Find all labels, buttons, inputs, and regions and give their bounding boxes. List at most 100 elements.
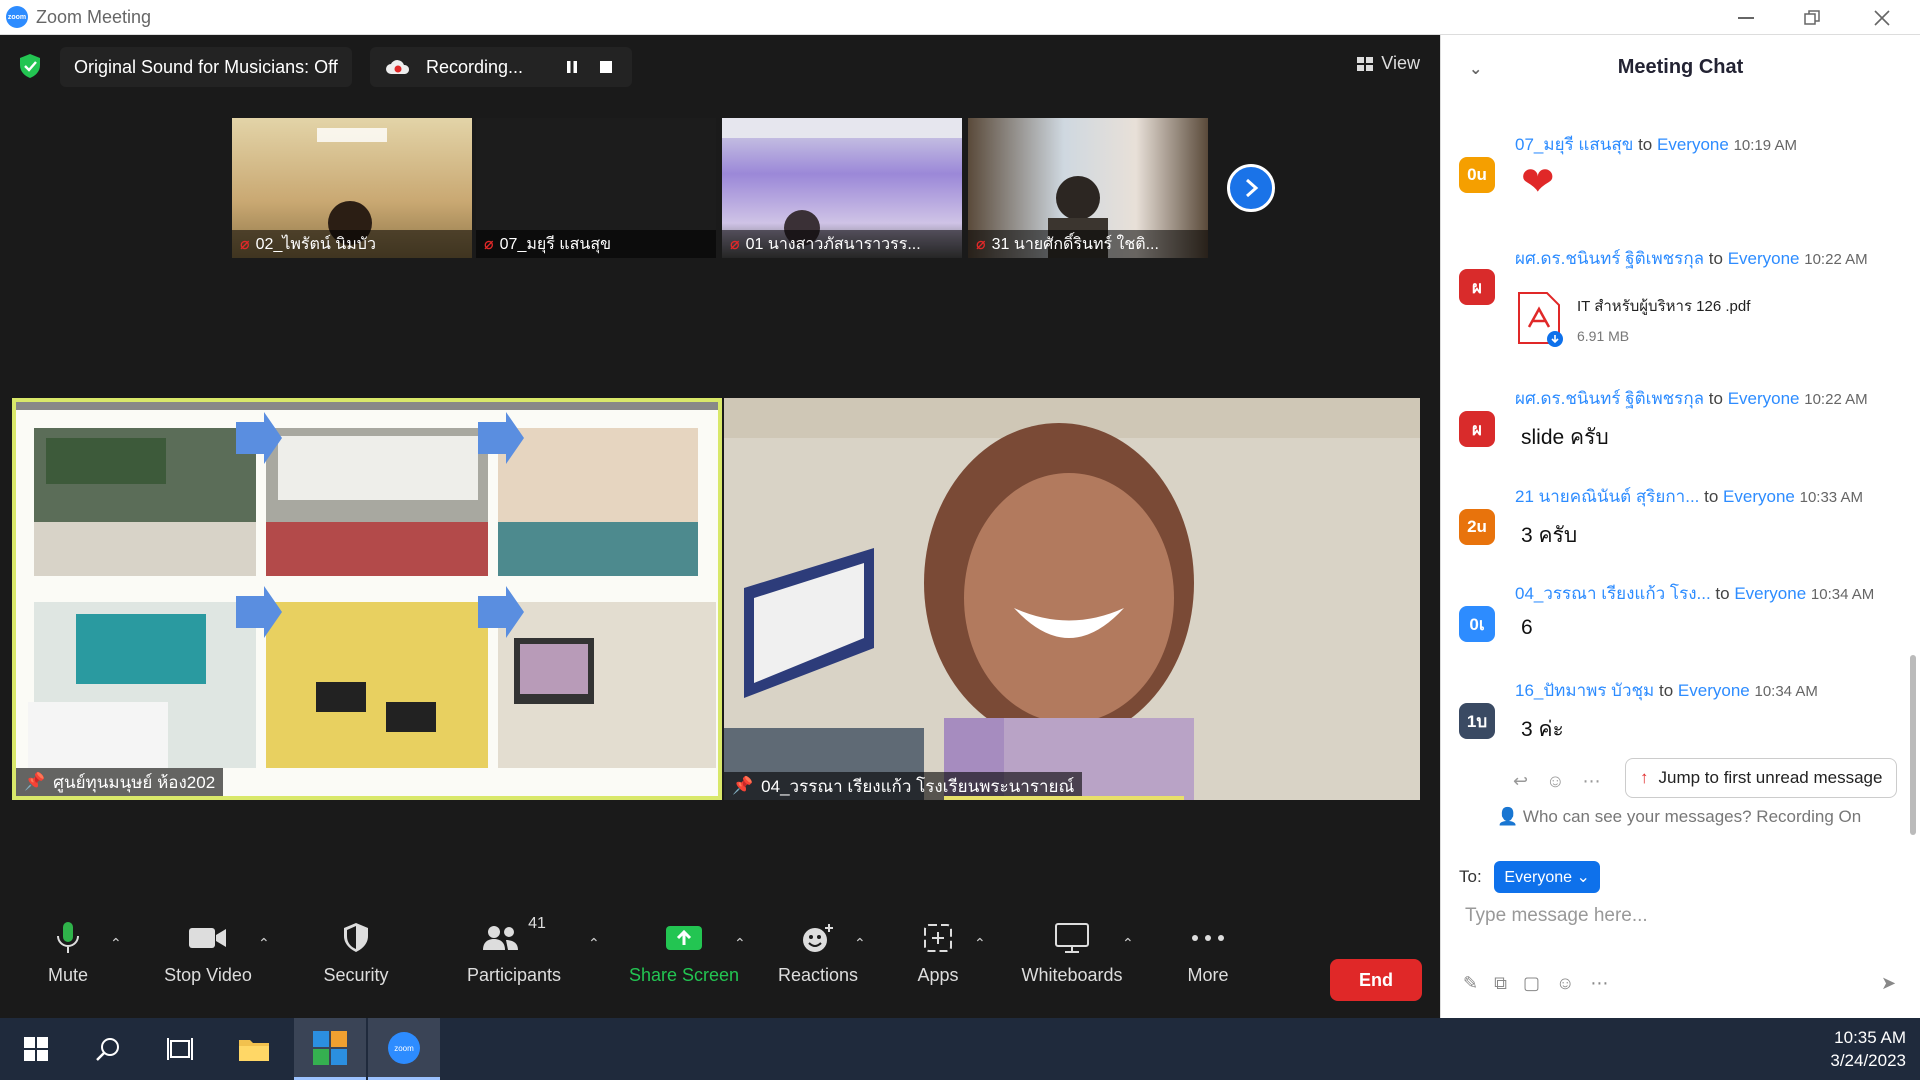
share-screen-label: Share Screen	[628, 965, 740, 985]
task-view-icon	[167, 1038, 193, 1060]
minimize-button[interactable]	[1716, 0, 1776, 35]
speaker-video-tile[interactable]: 📌 04_วรรณา เรียงแก้ว โรงเรียนพระนารายณ์	[724, 398, 1420, 800]
restore-button[interactable]	[1782, 0, 1842, 35]
windows-logo-icon	[24, 1037, 48, 1061]
recipient-dropdown[interactable]: Everyone ⌄	[1494, 861, 1600, 893]
message-sender[interactable]: ผศ.ดร.ชนินทร์ ฐิติเพชรกุล	[1515, 249, 1704, 268]
search-icon	[96, 1038, 119, 1061]
share-options-caret[interactable]: ⌃	[734, 935, 746, 952]
system-clock[interactable]: 10:35 AM 3/24/2023	[1830, 1026, 1906, 1072]
stop-video-button[interactable]: Stop Video	[148, 915, 268, 986]
stop-recording-button[interactable]	[597, 58, 615, 76]
recipient-row: To: Everyone ⌄	[1459, 861, 1600, 893]
participant-name: 07_มยุรี แสนสุข	[499, 235, 612, 253]
reactions-label: Reactions	[777, 965, 859, 985]
message-body: 3 ค่ะ	[1521, 718, 1564, 741]
participants-button[interactable]: 41 Participants	[454, 915, 574, 986]
folder-icon	[239, 1040, 269, 1061]
pause-recording-button[interactable]	[563, 58, 581, 76]
whiteboards-options-caret[interactable]: ⌃	[1122, 935, 1134, 952]
whiteboards-button[interactable]: Whiteboards	[1012, 915, 1132, 986]
muted-mic-icon: ⌀	[730, 236, 740, 253]
participant-tile[interactable]: ⌀ 07_มยุรี แสนสุข	[476, 118, 716, 258]
message-sender[interactable]: 21 นายคณินันต์ สุริยกา...	[1515, 487, 1699, 506]
participant-name: 31 นายศักดิ์รินทร์ ใชติ...	[991, 235, 1159, 253]
reactions-smiley-icon	[803, 924, 833, 952]
app-tiles-icon	[313, 1030, 347, 1065]
close-button[interactable]	[1852, 0, 1912, 35]
next-page-button[interactable]	[1227, 164, 1275, 212]
avatar: 0เ	[1459, 606, 1495, 642]
end-meeting-button[interactable]: End	[1330, 959, 1422, 1001]
more-actions-icon[interactable]: ⋯	[1582, 771, 1600, 792]
participants-icon	[483, 926, 519, 950]
cloud-recording-icon	[386, 60, 410, 74]
message-time: 10:19 AM	[1733, 137, 1797, 154]
reply-icon[interactable]: ↩	[1513, 771, 1528, 792]
chat-scrollbar[interactable]	[1910, 655, 1916, 835]
grid-view-icon	[1357, 56, 1374, 71]
audio-options-caret[interactable]: ⌃	[110, 935, 122, 952]
microphone-icon	[57, 922, 79, 953]
jump-to-unread-button[interactable]: ↑ Jump to first unread message	[1625, 758, 1898, 798]
emoji-icon[interactable]: ☺	[1556, 973, 1574, 994]
muted-mic-icon: ⌀	[240, 236, 250, 253]
more-button[interactable]: More	[1148, 915, 1268, 986]
security-button[interactable]: Security	[296, 915, 416, 986]
window-titlebar: zoom Zoom Meeting	[0, 0, 1920, 35]
muted-mic-icon: ⌀	[976, 236, 986, 253]
zoom-taskbar-button[interactable]: zoom	[368, 1018, 440, 1080]
participants-count: 41	[528, 915, 546, 932]
participant-tile[interactable]: ⌀ 31 นายศักดิ์รินทร์ ใชติ...	[968, 118, 1208, 258]
file-attachment[interactable]: IT สำหรับผู้บริหาร 126 .pdf 6.91 MB	[1515, 283, 1815, 355]
avatar: ผ	[1459, 269, 1495, 305]
message-time: 10:22 AM	[1804, 391, 1868, 408]
message-time: 10:34 AM	[1754, 683, 1818, 700]
privacy-note[interactable]: 👤 Who can see your messages? Recording O…	[1497, 807, 1861, 827]
participant-tile[interactable]: ⌀ 01 นางสาวภัสนาราวรร...	[722, 118, 962, 258]
file-explorer-button[interactable]	[218, 1018, 290, 1080]
avatar: 2u	[1459, 509, 1495, 545]
message-actions: ↩ ☺ ⋯	[1513, 771, 1600, 792]
chat-message-input[interactable]: Type message here...	[1465, 905, 1885, 945]
video-options-caret[interactable]: ⌃	[258, 935, 270, 952]
emoji-reaction-icon[interactable]: ☺	[1546, 771, 1564, 792]
message-sender[interactable]: 16_ปัทมาพร บัวชุม	[1515, 681, 1654, 700]
video-camera-icon	[189, 928, 226, 948]
speaker-video	[724, 398, 1420, 800]
file-icon[interactable]: ▢	[1523, 973, 1540, 994]
original-sound-label: Original Sound for Musicians: Off	[74, 56, 338, 77]
reactions-options-caret[interactable]: ⌃	[854, 935, 866, 952]
participants-options-caret[interactable]: ⌃	[588, 935, 600, 952]
stop-icon	[600, 61, 613, 73]
security-shield-icon	[344, 923, 368, 952]
meeting-area: Original Sound for Musicians: Off Record…	[0, 35, 1440, 1018]
more-options-icon[interactable]: ⋯	[1590, 973, 1608, 994]
zoom-app-icon: zoom	[388, 1031, 420, 1064]
chat-title: Meeting Chat	[1617, 55, 1744, 78]
message-sender[interactable]: ผศ.ดร.ชนินทร์ ฐิติเพชรกุล	[1515, 389, 1704, 408]
jump-label: Jump to first unread message	[1658, 768, 1883, 787]
apps-options-caret[interactable]: ⌃	[974, 935, 986, 952]
muted-mic-icon: ⌀	[484, 236, 494, 253]
start-button[interactable]	[0, 1018, 72, 1080]
participant-tile[interactable]: ⌀ 02_ไพรัตน์ นิมบัว	[232, 118, 472, 258]
participant-name: 02_ไพรัตน์ นิมบัว	[255, 235, 376, 253]
message-sender[interactable]: 07_มยุรี แสนสุข	[1515, 135, 1633, 154]
encryption-shield-icon[interactable]	[18, 53, 42, 79]
tile-name: ศูนย์ทุนมนุษย์ ห้อง202	[53, 772, 216, 792]
share-screen-button[interactable]: Share Screen	[624, 915, 744, 986]
chat-collapse-chevron-icon[interactable]: ⌄	[1469, 59, 1482, 79]
message-time: 10:34 AM	[1810, 586, 1875, 603]
format-text-icon[interactable]: ✎	[1463, 973, 1478, 994]
whiteboards-label: Whiteboards	[1021, 965, 1123, 985]
shared-screen-tile[interactable]: 📌 ศูนย์ทุนมนุษย์ ห้อง202	[12, 398, 722, 800]
original-sound-toggle[interactable]: Original Sound for Musicians: Off	[60, 47, 352, 87]
app-button[interactable]	[294, 1018, 366, 1080]
search-button[interactable]	[72, 1018, 144, 1080]
message-sender[interactable]: 04_วรรณา เรียงแก้ว โรง...	[1515, 584, 1711, 603]
view-button[interactable]: View	[1357, 53, 1420, 74]
screenshot-icon[interactable]: ⧉	[1494, 973, 1507, 994]
task-view-button[interactable]	[144, 1018, 216, 1080]
send-icon[interactable]: ➤	[1881, 973, 1896, 994]
